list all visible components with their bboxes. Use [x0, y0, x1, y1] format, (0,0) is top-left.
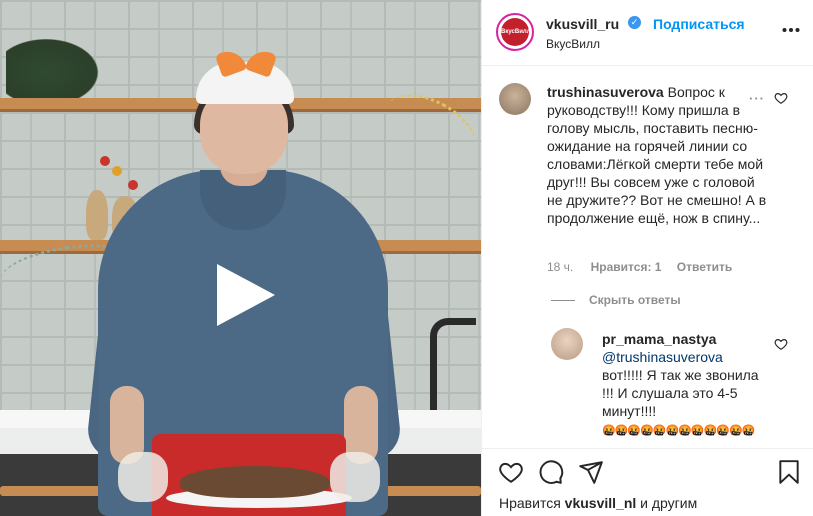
avatar[interactable] [551, 328, 583, 360]
glove [118, 452, 168, 502]
vase [86, 190, 108, 240]
reply-text: pr_mama_nastya @trushinasuverova вот!!!!… [602, 330, 770, 440]
post-actions: Нравится vkusvill_nl и другим [482, 448, 813, 516]
more-icon[interactable] [782, 27, 800, 33]
location-link[interactable]: ВкусВилл [546, 37, 600, 51]
comment-text: trushinasuverova Вопрос к руководству!!!… [547, 83, 767, 227]
cutting-board [0, 486, 110, 496]
comment-options-icon[interactable]: ··· [749, 91, 765, 106]
reply-body: вот!!!!! Я так же звонила !!! И слушала … [602, 367, 759, 419]
comment-username[interactable]: trushinasuverova [547, 84, 664, 100]
comment-body: Вопрос к руководству!!! Кому пришла в го… [547, 84, 767, 226]
bauble [112, 166, 122, 176]
share-icon[interactable] [578, 459, 604, 485]
hide-replies-button[interactable]: Скрыть ответы [589, 293, 681, 307]
bauble [100, 156, 110, 166]
reply-button[interactable]: Ответить [677, 260, 732, 274]
cutting-board [372, 486, 481, 496]
play-icon[interactable] [209, 260, 279, 330]
verified-badge-icon: ✓ [628, 16, 641, 29]
likes-suffix: и другим [640, 495, 698, 511]
comment-likes[interactable]: Нравится: 1 [591, 260, 662, 274]
comment-time[interactable]: 18 ч. [547, 260, 573, 274]
heart-icon[interactable] [774, 91, 788, 105]
account-avatar[interactable]: ВкусВилл [496, 13, 534, 51]
bookmark-icon[interactable] [776, 459, 802, 485]
post-panel: ВкусВилл vkusvill_ru ✓ Подписаться ВкусВ… [481, 0, 813, 516]
brand-logo: ВкусВилл [501, 18, 531, 46]
faucet [430, 318, 476, 418]
heart-icon[interactable] [498, 459, 524, 485]
dish [180, 466, 330, 498]
likes-prefix: Нравится [499, 495, 561, 511]
comment-meta: 18 ч. Нравится: 1 Ответить [547, 260, 732, 274]
likes-summary: Нравится vkusvill_nl и другим [499, 495, 697, 511]
likes-user[interactable]: vkusvill_nl [565, 495, 637, 511]
post-header: ВкусВилл vkusvill_ru ✓ Подписаться ВкусВ… [482, 0, 813, 66]
avatar[interactable] [499, 83, 531, 115]
follow-button[interactable]: Подписаться [653, 16, 745, 32]
bauble [128, 180, 138, 190]
pine-decoration [6, 34, 106, 98]
reply-username[interactable]: pr_mama_nastya [602, 331, 716, 347]
post-video[interactable] [0, 0, 481, 516]
glove [330, 452, 380, 502]
heart-icon[interactable] [774, 337, 788, 351]
reply-mention[interactable]: @trushinasuverova [602, 349, 723, 365]
replies-divider [551, 300, 575, 301]
reply-emoji: 🤬🤬🤬🤬🤬🤬🤬🤬🤬🤬🤬🤬 [602, 425, 755, 437]
comment-icon[interactable] [538, 459, 564, 485]
comments-list: trushinasuverova Вопрос к руководству!!!… [482, 67, 813, 447]
account-username[interactable]: vkusvill_ru [546, 16, 619, 32]
